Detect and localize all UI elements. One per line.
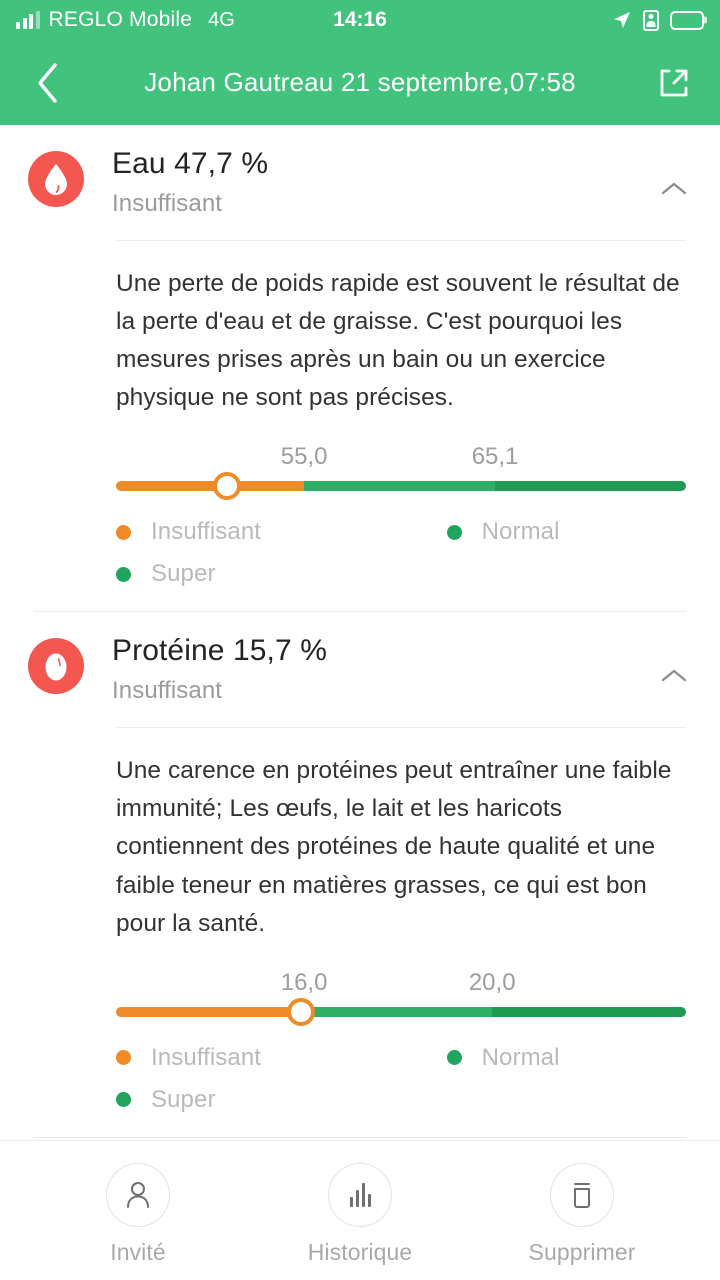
status-bar: REGLO Mobile 4G 14:16 bbox=[0, 0, 720, 40]
legend-dot-insuffisant bbox=[116, 524, 131, 540]
legend-label: Super bbox=[151, 560, 216, 588]
legend-dot-super bbox=[116, 566, 131, 582]
bottom-action-bar: Invité Historique Supprimer bbox=[0, 1140, 720, 1280]
legend-item: Insuffisant bbox=[116, 511, 447, 553]
bottom-action-historique[interactable]: Historique bbox=[285, 1163, 435, 1266]
legend-label: Normal bbox=[481, 518, 560, 546]
back-button[interactable] bbox=[24, 60, 70, 106]
metric-title: Eau 47,7 % bbox=[112, 147, 269, 180]
slider-tick-label: 16,0 bbox=[280, 968, 328, 996]
metric-card-eau: Eau 47,7 % Insuffisant Une perte de poid… bbox=[0, 125, 720, 613]
bar-chart-icon bbox=[328, 1163, 392, 1227]
signal-bars-icon bbox=[16, 11, 40, 29]
metric-status: Insuffisant bbox=[112, 676, 223, 704]
legend-dot-super bbox=[116, 1092, 131, 1108]
legend-item: Super bbox=[116, 553, 686, 595]
location-arrow-icon bbox=[614, 12, 630, 28]
legend-item: Insuffisant bbox=[116, 1037, 447, 1079]
egg-icon bbox=[28, 638, 84, 695]
metric-header[interactable]: Protéine 15,7 % Insuffisant bbox=[0, 612, 720, 705]
metric-head-text: Protéine 15,7 % Insuffisant bbox=[112, 632, 652, 705]
slider-ticks: 16,0 20,0 bbox=[116, 969, 686, 1001]
status-bar-right bbox=[612, 9, 704, 31]
bottom-action-label: Supprimer bbox=[528, 1239, 636, 1265]
id-card-icon bbox=[643, 9, 659, 31]
metric-header[interactable]: Eau 47,7 % Insuffisant bbox=[0, 125, 720, 218]
network-type-label: 4G bbox=[208, 8, 235, 31]
nav-bar: Johan Gautreau 21 septembre,07:58 bbox=[0, 40, 720, 125]
range-slider-proteine[interactable]: 16,0 20,0 bbox=[0, 969, 720, 1026]
metric-title: Protéine 15,7 % bbox=[112, 634, 327, 668]
chevron-up-icon bbox=[661, 182, 687, 195]
collapse-toggle-button[interactable] bbox=[652, 167, 696, 211]
trash-icon bbox=[550, 1163, 614, 1227]
slider-segment-insuffisant bbox=[116, 481, 305, 492]
legend-dot-insuffisant bbox=[116, 1050, 131, 1066]
slider-tick-label: 65,1 bbox=[471, 443, 519, 471]
metric-card-proteine: Protéine 15,7 % Insuffisant Une carence … bbox=[0, 612, 720, 1138]
person-icon bbox=[106, 1163, 170, 1227]
water-drop-icon bbox=[28, 151, 84, 207]
share-external-icon bbox=[660, 69, 688, 96]
slider-track[interactable] bbox=[116, 472, 686, 501]
bottom-action-label: Invité bbox=[110, 1239, 166, 1265]
slider-segment-super bbox=[495, 481, 686, 492]
metric-head-text: Eau 47,7 % Insuffisant bbox=[112, 145, 652, 218]
legend-dot-normal bbox=[446, 524, 462, 540]
bottom-action-label: Historique bbox=[307, 1239, 413, 1265]
bottom-action-invite[interactable]: Invité bbox=[63, 1163, 213, 1266]
legend-label: Insuffisant bbox=[151, 518, 262, 546]
slider-legend: Insuffisant Normal Super bbox=[0, 1037, 720, 1121]
page-title: Johan Gautreau 21 septembre,07:58 bbox=[144, 67, 576, 97]
status-bar-left: REGLO Mobile 4G bbox=[16, 8, 235, 32]
metric-description: Une perte de poids rapide est souvent le… bbox=[116, 269, 680, 412]
card-separator bbox=[34, 1136, 686, 1138]
chevron-left-icon bbox=[38, 62, 57, 103]
slider-segment-super bbox=[492, 1006, 686, 1017]
legend-label: Super bbox=[151, 1085, 216, 1113]
metrics-list: Eau 47,7 % Insuffisant Une perte de poid… bbox=[0, 125, 720, 1140]
metric-status: Insuffisant bbox=[112, 189, 223, 217]
legend-label: Insuffisant bbox=[151, 1043, 262, 1071]
slider-thumb[interactable] bbox=[213, 472, 242, 501]
share-button[interactable] bbox=[652, 61, 696, 105]
slider-legend: Insuffisant Normal Super bbox=[0, 511, 720, 595]
range-slider-eau[interactable]: 55,0 65,1 bbox=[0, 443, 720, 501]
metric-description: Une carence en protéines peut entraîner … bbox=[116, 756, 672, 937]
slider-segment-normal bbox=[304, 1006, 493, 1017]
slider-segment-normal bbox=[304, 481, 496, 492]
legend-label: Normal bbox=[481, 1043, 560, 1071]
battery-icon bbox=[670, 10, 704, 30]
chevron-up-icon bbox=[661, 670, 687, 682]
app-screen: REGLO Mobile 4G 14:16 Johan Gautreau 21 … bbox=[0, 0, 720, 1280]
slider-tick-label: 20,0 bbox=[468, 968, 516, 996]
slider-tick-label: 55,0 bbox=[280, 443, 328, 471]
collapse-toggle-button[interactable] bbox=[652, 654, 696, 698]
legend-dot-normal bbox=[446, 1050, 462, 1066]
slider-ticks: 55,0 65,1 bbox=[116, 443, 686, 475]
slider-thumb[interactable] bbox=[287, 997, 316, 1026]
slider-segment-insuffisant bbox=[116, 1006, 305, 1017]
bottom-action-supprimer[interactable]: Supprimer bbox=[507, 1163, 657, 1266]
legend-item: Normal bbox=[446, 511, 686, 553]
legend-item: Super bbox=[116, 1079, 686, 1121]
carrier-label: REGLO Mobile bbox=[48, 8, 193, 31]
legend-item: Normal bbox=[446, 1037, 686, 1079]
slider-track[interactable] bbox=[116, 997, 686, 1026]
